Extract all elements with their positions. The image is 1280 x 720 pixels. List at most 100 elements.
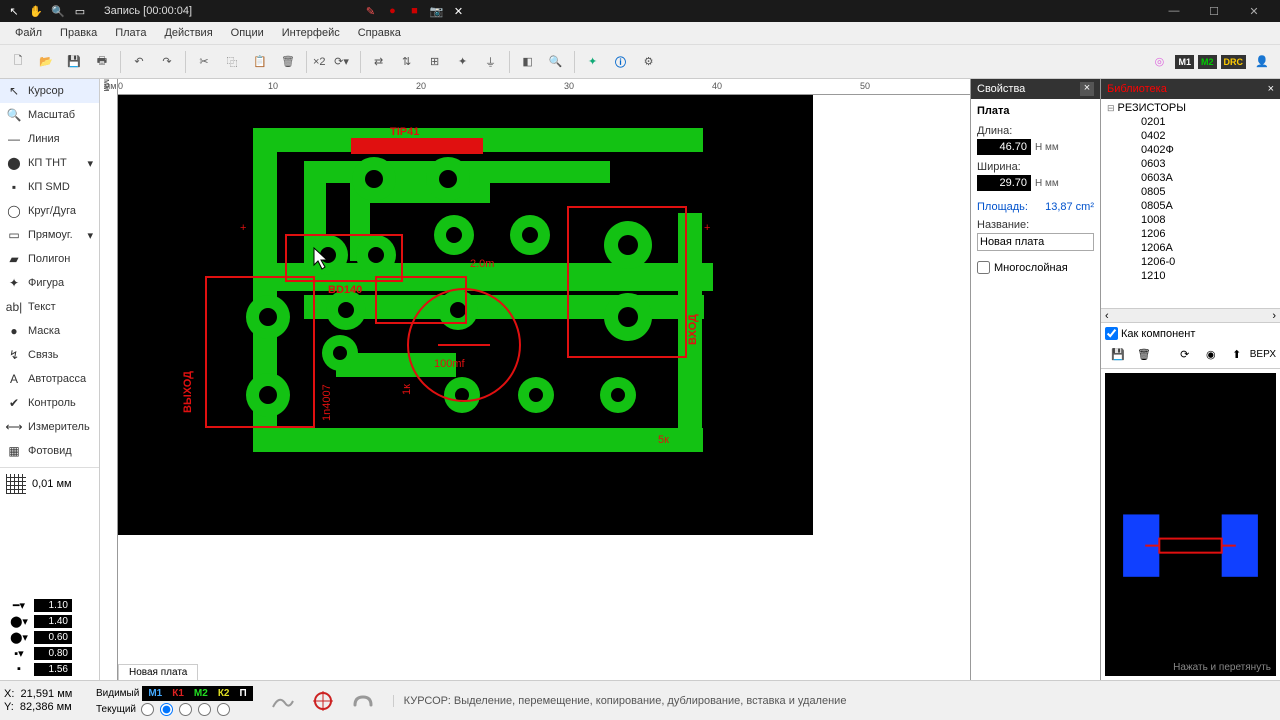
multilayer-checkbox[interactable] bbox=[977, 261, 990, 274]
tool-cursor[interactable]: ↖Курсор bbox=[0, 79, 99, 103]
redo-icon[interactable]: ↷ bbox=[155, 50, 179, 74]
minimize-button[interactable]: ― bbox=[1154, 0, 1194, 22]
tree-item[interactable]: 0805A bbox=[1103, 199, 1278, 213]
gear-icon[interactable]: ⚙ bbox=[637, 50, 661, 74]
paste-icon[interactable]: 📋 bbox=[248, 50, 272, 74]
close-rec-icon[interactable]: ✕ bbox=[450, 3, 466, 19]
stop-icon[interactable]: ■ bbox=[406, 3, 422, 19]
tool-tht[interactable]: ⬤КП ТНТ▾ bbox=[0, 151, 99, 175]
transp-icon[interactable]: ◧ bbox=[516, 50, 540, 74]
close-library-icon[interactable]: × bbox=[1268, 83, 1274, 95]
tool-smd[interactable]: ▪КП SMD bbox=[0, 175, 99, 199]
drc-icon[interactable]: ✦ bbox=[581, 50, 605, 74]
tool-zoom[interactable]: 🔍Масштаб bbox=[0, 103, 99, 127]
tool-mask[interactable]: ●Маска bbox=[0, 319, 99, 343]
tree-item[interactable]: 1210 bbox=[1103, 269, 1278, 283]
tree-root[interactable]: РЕЗИСТОРЫ bbox=[1103, 101, 1278, 115]
width-input[interactable]: 29.70 bbox=[977, 175, 1031, 191]
close-button[interactable]: ✕ bbox=[1234, 0, 1274, 22]
tab-board[interactable]: Новая плата bbox=[118, 664, 198, 680]
save-icon[interactable]: 💾 bbox=[62, 50, 86, 74]
scroll-right-icon[interactable]: › bbox=[1272, 310, 1276, 322]
m2-btn[interactable]: М2 bbox=[1198, 55, 1217, 69]
delete-lib-icon[interactable]: 🗑 bbox=[1134, 344, 1154, 364]
open-icon[interactable]: 📂 bbox=[34, 50, 58, 74]
drc-btn[interactable]: DRC bbox=[1221, 55, 1247, 69]
length-input[interactable]: 46.70 bbox=[977, 139, 1031, 155]
refresh-lib-icon[interactable]: ⟳ bbox=[1175, 344, 1195, 364]
close-properties-icon[interactable]: × bbox=[1080, 82, 1094, 96]
tree-item[interactable]: 1008 bbox=[1103, 213, 1278, 227]
rec-dot-icon[interactable]: ● bbox=[384, 3, 400, 19]
layer-lib-icon[interactable]: ◉ bbox=[1201, 344, 1221, 364]
name-input[interactable] bbox=[977, 233, 1094, 251]
tree-item[interactable]: 1206-0 bbox=[1103, 255, 1278, 269]
x2-icon[interactable]: ×2 bbox=[313, 50, 326, 74]
person-icon[interactable]: 👤 bbox=[1250, 50, 1274, 74]
new-icon[interactable]: 🗋 bbox=[6, 50, 30, 74]
tool-link[interactable]: ↯Связь bbox=[0, 343, 99, 367]
copy-icon[interactable]: ⿻ bbox=[220, 50, 244, 74]
tool-check[interactable]: ✔Контроль bbox=[0, 391, 99, 415]
layer-radio-К2[interactable] bbox=[198, 703, 211, 716]
layer-М1[interactable]: М1 bbox=[144, 687, 166, 700]
layer-radio-М2[interactable] bbox=[179, 703, 192, 716]
track-width-0[interactable]: ━▾1.10 bbox=[4, 598, 95, 612]
layer-К2[interactable]: К2 bbox=[214, 687, 234, 700]
tool-auto[interactable]: AАвтотрасса bbox=[0, 367, 99, 391]
route-icon[interactable] bbox=[269, 687, 297, 715]
pencil-icon[interactable]: ✎ bbox=[362, 3, 378, 19]
tree-item[interactable]: 1206A bbox=[1103, 241, 1278, 255]
maximize-button[interactable]: ☐ bbox=[1194, 0, 1234, 22]
grid-setting[interactable]: 0,01 мм bbox=[0, 467, 99, 500]
menu-Правка[interactable]: Правка bbox=[51, 24, 106, 42]
tool-rect[interactable]: ▭Прямоуг.▾ bbox=[0, 223, 99, 247]
delete-icon[interactable]: 🗑 bbox=[276, 50, 300, 74]
cut-icon[interactable]: ✂ bbox=[192, 50, 216, 74]
component-tree[interactable]: РЕЗИСТОРЫ020104020402Ф06030603A08050805A… bbox=[1101, 99, 1280, 309]
tree-item[interactable]: 0402 bbox=[1103, 129, 1278, 143]
layer-К1[interactable]: К1 bbox=[168, 687, 188, 700]
tree-item[interactable]: 0805 bbox=[1103, 185, 1278, 199]
layer-П[interactable]: П bbox=[235, 687, 250, 700]
loop-icon[interactable] bbox=[349, 687, 377, 715]
layer-radio-К1[interactable] bbox=[160, 703, 173, 716]
tree-item[interactable]: 0402Ф bbox=[1103, 143, 1278, 157]
crosshair-icon[interactable] bbox=[309, 687, 337, 715]
undo-icon[interactable]: ↶ bbox=[127, 50, 151, 74]
pcb-canvas[interactable]: TIP41 BD140 100mf 2.0m ВЫХОД ВХОД 1n4007… bbox=[118, 95, 813, 535]
save-lib-icon[interactable]: 💾 bbox=[1108, 344, 1128, 364]
tree-item[interactable]: 0603 bbox=[1103, 157, 1278, 171]
find-icon[interactable]: 🔍 bbox=[544, 50, 568, 74]
menu-Опции[interactable]: Опции bbox=[222, 24, 273, 42]
rotate-icon[interactable]: ⟳▾ bbox=[330, 50, 354, 74]
track-width-1[interactable]: ⬤▾1.40 bbox=[4, 614, 95, 628]
menu-Действия[interactable]: Действия bbox=[155, 24, 221, 42]
mirror-h-icon[interactable]: ⇄ bbox=[367, 50, 391, 74]
track-width-3[interactable]: ▪▾0.80 bbox=[4, 646, 95, 660]
tree-item[interactable]: 1206 bbox=[1103, 227, 1278, 241]
tool-meas[interactable]: ⟷Измеритель bbox=[0, 415, 99, 439]
snap-icon[interactable]: ✦ bbox=[451, 50, 475, 74]
menu-Файл[interactable]: Файл bbox=[6, 24, 51, 42]
top-lib-icon[interactable]: ⬆ bbox=[1227, 344, 1247, 364]
as-component-checkbox[interactable] bbox=[1105, 327, 1118, 340]
gnd-icon[interactable]: ⏚ bbox=[479, 50, 503, 74]
mirror-v-icon[interactable]: ⇅ bbox=[395, 50, 419, 74]
scroll-left-icon[interactable]: ‹ bbox=[1105, 310, 1109, 322]
align-icon[interactable]: ⊞ bbox=[423, 50, 447, 74]
target-icon[interactable]: ◎ bbox=[1147, 50, 1171, 74]
tree-item[interactable]: 0201 bbox=[1103, 115, 1278, 129]
tool-poly[interactable]: ▰Полигон bbox=[0, 247, 99, 271]
tool-line[interactable]: ―Линия bbox=[0, 127, 99, 151]
layer-radio-М1[interactable] bbox=[141, 703, 154, 716]
print-icon[interactable]: 🖶 bbox=[90, 50, 114, 74]
camera-icon[interactable]: 📷 bbox=[428, 3, 444, 19]
tool-photo[interactable]: ▦Фотовид bbox=[0, 439, 99, 463]
tool-text[interactable]: ab|Текст bbox=[0, 295, 99, 319]
menu-Плата[interactable]: Плата bbox=[106, 24, 155, 42]
track-width-4[interactable]: ▪1.56 bbox=[4, 662, 95, 676]
tree-item[interactable]: 0603A bbox=[1103, 171, 1278, 185]
layer-radio-П[interactable] bbox=[217, 703, 230, 716]
tool-shape[interactable]: ✦Фигура bbox=[0, 271, 99, 295]
